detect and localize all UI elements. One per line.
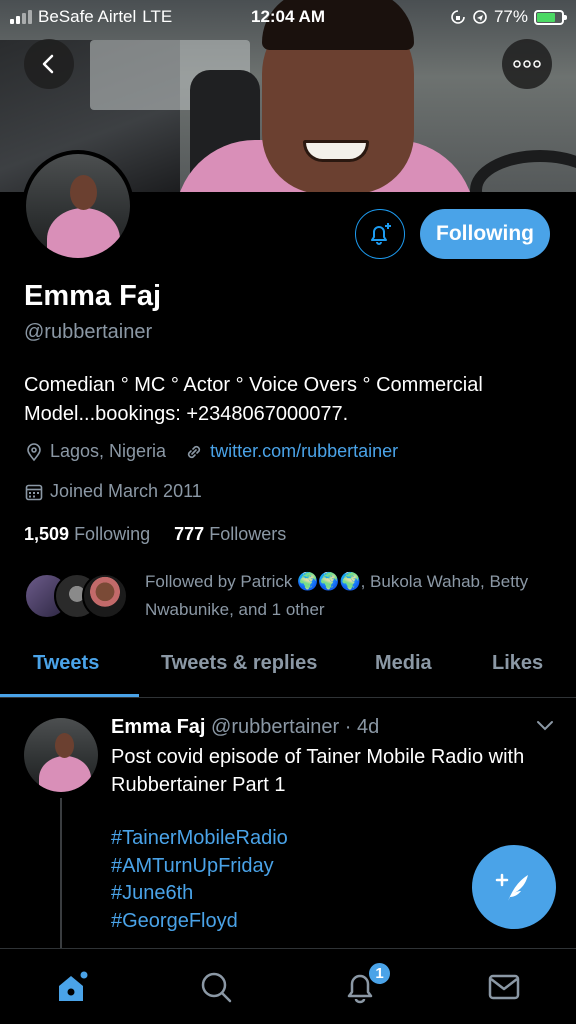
link-icon <box>187 445 201 458</box>
tweet-author-handle: @rubbertainer <box>211 716 340 738</box>
profile-name: Emma Faj <box>24 280 161 312</box>
status-bar: BeSafe Airtel LTE 12:04 AM 77% <box>0 0 576 34</box>
back-button[interactable] <box>24 39 74 89</box>
profile-tabs: Tweets Tweets & replies Media Likes <box>0 640 576 698</box>
profile-joined-row: Joined March 2011 <box>24 481 202 502</box>
profile-avatar[interactable] <box>22 150 134 262</box>
banner-steering-wheel <box>470 150 576 192</box>
banner-smile <box>303 140 369 162</box>
tab-media[interactable]: Media <box>375 652 432 675</box>
hashtag-link[interactable]: #TainerMobileRadio <box>111 825 288 853</box>
following-count-link[interactable]: 1,509 Following <box>24 524 150 544</box>
followers-count: 777 <box>174 524 205 544</box>
followed-by-text: Followed by Patrick 🌍🌍🌍, Bukola Wahab, B… <box>145 572 529 619</box>
nav-messages[interactable] <box>484 967 524 1007</box>
tab-tweets-and-replies[interactable]: Tweets & replies <box>161 652 317 675</box>
thread-line <box>60 798 62 948</box>
chevron-down-icon <box>537 721 553 731</box>
follow-counts: 1,509 Following 777 Followers <box>24 524 286 545</box>
location-pin-icon <box>27 442 41 461</box>
profile-meta: Lagos, Nigeria twitter.com/rubbertainer <box>24 441 398 462</box>
search-icon <box>201 972 232 1003</box>
profile-joined-date: Joined March 2011 <box>50 481 202 501</box>
tweet-author-name[interactable]: Emma Faj <box>111 716 205 738</box>
bell-plus-icon <box>371 223 391 245</box>
chevron-left-icon <box>42 54 54 74</box>
mutual-followers-avatars <box>24 573 134 619</box>
calendar-icon <box>25 484 43 500</box>
hashtag-link[interactable]: #AMTurnUpFriday <box>111 853 288 881</box>
following-button[interactable]: Following <box>420 209 550 259</box>
active-tab-indicator <box>0 694 139 697</box>
profile-location: Lagos, Nigeria <box>50 441 167 461</box>
tweet-time: · 4d <box>344 716 380 738</box>
tab-tweets[interactable]: Tweets <box>33 652 99 675</box>
nav-search[interactable] <box>196 967 236 1007</box>
more-options-button[interactable] <box>502 39 552 89</box>
notification-badge: 1 <box>367 961 392 986</box>
bottom-navigation <box>0 948 576 1024</box>
home-icon <box>59 971 88 1001</box>
notifications-subscribe-button[interactable] <box>355 209 405 259</box>
tweet-hashtags: #TainerMobileRadio #AMTurnUpFriday #June… <box>111 825 288 935</box>
compose-tweet-button[interactable] <box>472 845 556 929</box>
profile-handle: @rubbertainer <box>24 321 153 343</box>
hashtag-link[interactable]: #GeorgeFloyd <box>111 908 288 936</box>
tab-likes[interactable]: Likes <box>492 652 543 675</box>
compose-feather-icon <box>495 873 528 901</box>
followers-count-link[interactable]: 777 Followers <box>174 524 286 544</box>
hashtag-link[interactable]: #June6th <box>111 880 288 908</box>
tweet-author-avatar[interactable] <box>24 718 98 792</box>
tweet-text: Post covid episode of Tainer Mobile Radi… <box>111 746 525 796</box>
rotation-lock-icon <box>451 10 465 24</box>
following-label: Following <box>74 524 151 544</box>
status-right: 77% <box>450 7 567 27</box>
mail-icon <box>488 974 520 1000</box>
tweet-menu-button[interactable] <box>535 718 555 737</box>
more-horizontal-icon <box>513 60 541 68</box>
tweet-header: Emma Faj @rubbertainer · 4d <box>111 716 379 739</box>
profile-bio: Comedian ° MC ° Actor ° Voice Overs ° Co… <box>24 374 483 425</box>
profile-website-link[interactable]: twitter.com/rubbertainer <box>210 441 398 462</box>
nav-home[interactable] <box>52 967 92 1007</box>
location-icon <box>473 10 487 24</box>
followers-label: Followers <box>209 524 287 544</box>
following-count: 1,509 <box>24 524 70 544</box>
battery-percent: 77% <box>493 7 528 26</box>
mutual-follower-avatar <box>82 573 128 619</box>
battery-icon <box>534 9 567 25</box>
